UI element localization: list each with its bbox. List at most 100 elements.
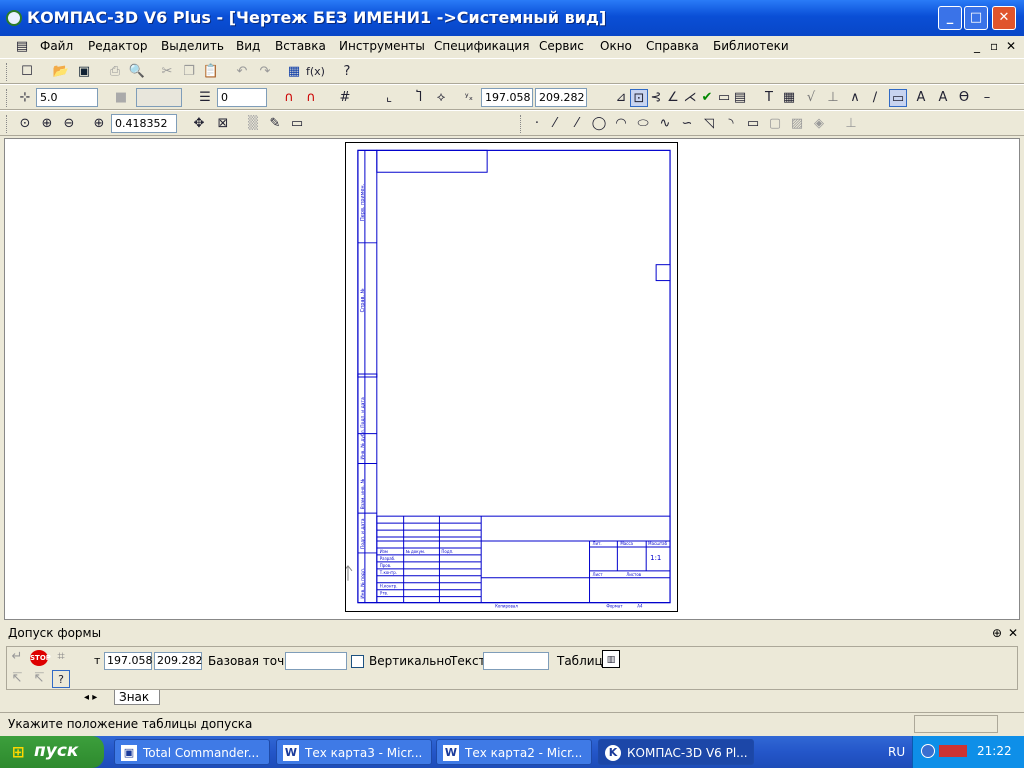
roughness-icon[interactable]: √ (802, 89, 820, 107)
line-icon[interactable]: ⁄ (546, 115, 564, 133)
tray-network-icon[interactable] (939, 745, 967, 757)
tray-arrow-icon[interactable] (921, 744, 935, 758)
snap-nearest-icon[interactable]: ⊿ (612, 89, 630, 107)
language-indicator[interactable]: RU (888, 745, 905, 759)
menu-help[interactable]: Справка (646, 39, 699, 53)
help-pointer-icon[interactable]: ? (338, 63, 356, 81)
next-object-icon[interactable]: ↸ (30, 670, 48, 688)
cut-line-icon[interactable]: A (934, 89, 952, 107)
style-combobox[interactable] (136, 88, 182, 107)
grid-icon[interactable]: # (336, 89, 354, 107)
ellipse-icon[interactable]: ⬭ (634, 115, 652, 133)
insert-fragment-icon[interactable]: ⊥ (842, 115, 860, 133)
undo-icon[interactable]: ↶ (233, 63, 251, 81)
axis-line-icon[interactable]: Ѳ (955, 89, 973, 107)
start-button[interactable]: ⊞ пуск (0, 736, 104, 768)
task-total-commander[interactable]: ▣ Total Commander... (114, 739, 270, 765)
form-tolerance-icon[interactable]: ▭ (889, 89, 907, 107)
save-icon[interactable]: ▣ (75, 63, 93, 81)
task-tech-card2[interactable]: W Тех карта2 - Micr... (436, 739, 592, 765)
menu-editor[interactable]: Редактор (88, 39, 147, 53)
local-cs-icon[interactable]: ⌞ (380, 89, 398, 107)
ortho-icon[interactable]: Ⴈ (410, 89, 428, 107)
tab-scroll-arrows[interactable]: ◂ ▸ (84, 692, 97, 703)
rectangle-icon[interactable]: ▭ (744, 115, 762, 133)
bezier-icon[interactable]: ∽ (678, 115, 696, 133)
open-folder-icon[interactable]: 📂 (52, 63, 70, 81)
circle-icon[interactable]: ◯ (590, 115, 608, 133)
step-combobox[interactable]: 5.0 (36, 88, 98, 107)
new-document-icon[interactable]: ☐ (18, 63, 36, 81)
view-arrow-icon[interactable]: A (912, 89, 930, 107)
mdi-restore-button[interactable]: ▫ (990, 39, 998, 53)
base-point-combobox[interactable] (285, 652, 347, 670)
menu-file[interactable]: Файл (40, 39, 73, 53)
zoom-out-icon[interactable]: ⊖ (60, 115, 78, 133)
menu-window[interactable]: Окно (600, 39, 632, 53)
zoom-combobox[interactable]: 0.418352 (111, 114, 177, 133)
cut-icon[interactable]: ✂ (158, 63, 176, 81)
calculator-icon[interactable]: ▦ (285, 63, 303, 81)
zoom-scale-icon[interactable]: ⊕ (90, 115, 108, 133)
snap-intersection-icon[interactable]: ⋌ (681, 89, 699, 107)
snap-grid-icon[interactable]: ▤ (731, 89, 749, 107)
panel-x-input[interactable]: 197.058 (104, 652, 153, 670)
paste-icon[interactable]: 📋 (202, 63, 220, 81)
refresh-icon[interactable]: ▒ (244, 115, 262, 133)
snap-angle-icon[interactable]: ⊰ (647, 89, 665, 107)
variables-fx-icon[interactable]: f(x) (306, 63, 325, 81)
task-kompas[interactable]: K КОМПАС-3D V6 Pl... (598, 739, 754, 765)
copy-icon[interactable]: ❐ (180, 63, 198, 81)
show-all-icon[interactable]: ⊠ (214, 115, 232, 133)
round-coords-icon[interactable]: ⟡ (432, 89, 450, 107)
hatch-icon[interactable]: ▨ (788, 115, 806, 133)
text-tool-icon[interactable]: T (760, 89, 778, 107)
enter-icon[interactable]: ↵ (8, 648, 26, 666)
menu-select[interactable]: Выделить (161, 39, 224, 53)
menu-tools[interactable]: Инструменты (339, 39, 425, 53)
snap-magnet-icon[interactable]: ∩ (280, 89, 298, 107)
redo-icon[interactable]: ↷ (256, 63, 274, 81)
pan-icon[interactable]: ✥ (190, 115, 208, 133)
menu-view[interactable]: Вид (236, 39, 260, 53)
expand-icon[interactable]: ⌗ (52, 648, 70, 666)
text-input[interactable] (483, 652, 549, 670)
mdi-close-button[interactable]: ✕ (1006, 39, 1016, 53)
mdi-minimize-button[interactable]: _ (974, 39, 980, 53)
snap-middle-icon[interactable]: ✔ (698, 89, 716, 107)
menu-libraries[interactable]: Библиотеки (713, 39, 789, 53)
chamfer-icon[interactable]: ◹ (700, 115, 718, 133)
help-icon[interactable]: ? (52, 670, 70, 688)
menu-service[interactable]: Сервис (539, 39, 584, 53)
vertical-checkbox[interactable] (351, 655, 364, 668)
segment-icon[interactable]: ⁄ (568, 115, 586, 133)
window-icon[interactable]: ▭ (288, 115, 306, 133)
equidistant-icon[interactable]: ▢ (766, 115, 784, 133)
document-icon[interactable]: ▤ (13, 38, 31, 56)
arc-icon[interactable]: ◠ (612, 115, 630, 133)
contour-icon[interactable]: ◈ (810, 115, 828, 133)
cursor-y-input[interactable]: 209.282 (535, 88, 587, 107)
menu-specification[interactable]: Спецификация (434, 39, 529, 53)
zoom-in-icon[interactable]: ⊕ (38, 115, 56, 133)
layer-combobox[interactable]: 0 (217, 88, 267, 107)
point-icon[interactable]: · (528, 115, 546, 133)
table-tool-icon[interactable]: ▦ (780, 89, 798, 107)
snap-point-icon[interactable]: ⊡ (630, 89, 648, 107)
fillet-icon[interactable]: ◝ (722, 115, 740, 133)
maximize-button[interactable]: □ (964, 6, 988, 30)
panel-close-icon[interactable]: ✕ (1008, 626, 1018, 640)
brush-icon[interactable]: ✎ (266, 115, 284, 133)
leader-icon[interactable]: ∧ (846, 89, 864, 107)
local-snap-icon[interactable]: ∩ (302, 89, 320, 107)
position-leader-icon[interactable]: ∕ (866, 89, 884, 107)
stop-icon[interactable]: STOP (30, 650, 51, 666)
minimize-button[interactable]: _ (938, 6, 962, 30)
panel-y-input[interactable]: 209.282 (154, 652, 203, 670)
snap-center-icon[interactable]: ∠ (664, 89, 682, 107)
table-icon[interactable]: ▥ (602, 650, 620, 668)
base-icon[interactable]: ⊥ (824, 89, 842, 107)
cursor-x-input[interactable]: 197.058 (481, 88, 533, 107)
print-icon[interactable]: ⎙ (106, 63, 124, 81)
tab-znak[interactable]: Знак (114, 690, 161, 705)
